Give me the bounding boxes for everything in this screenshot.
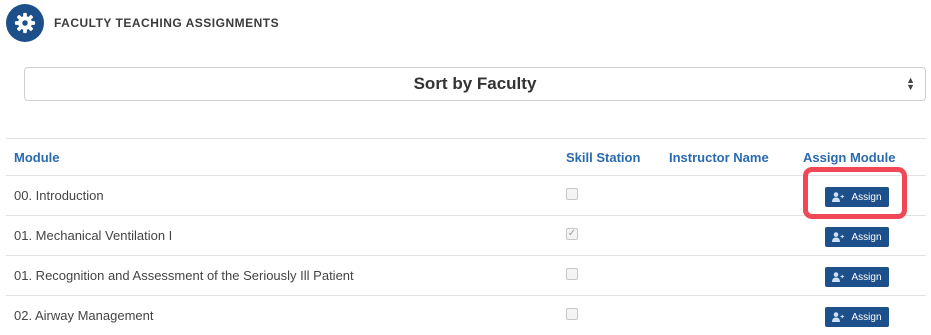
assign-button[interactable]: Assign: [825, 307, 889, 327]
skill-station-checkbox[interactable]: ✓: [566, 228, 578, 240]
table-row: 00. Introduction Assign: [6, 175, 926, 215]
sort-select[interactable]: Sort by Faculty ▲ ▼: [24, 67, 926, 101]
skill-station-checkbox[interactable]: [566, 308, 578, 320]
assign-button-label: Assign: [851, 311, 882, 323]
table-divider: [6, 138, 926, 139]
add-user-icon: [832, 272, 845, 282]
column-header-skill-station: Skill Station: [566, 150, 641, 165]
table-row: 01. Recognition and Assessment of the Se…: [6, 255, 926, 295]
column-header-assign-module: Assign Module: [803, 150, 896, 165]
module-name: 01. Mechanical Ventilation I: [14, 228, 173, 243]
assign-button[interactable]: Assign: [825, 267, 889, 287]
skill-station-checkbox[interactable]: [566, 268, 578, 280]
table-row: 02. Airway Management Assign: [6, 295, 926, 335]
add-user-icon: [832, 192, 845, 202]
assign-button-label: Assign: [851, 271, 882, 283]
table-row: 01. Mechanical Ventilation I ✓ Assign: [6, 215, 926, 255]
gear-icon: [6, 4, 44, 42]
module-name: 01. Recognition and Assessment of the Se…: [14, 268, 354, 283]
column-header-instructor-name: Instructor Name: [669, 150, 769, 165]
skill-station-checkbox[interactable]: [566, 188, 578, 200]
add-user-icon: [832, 312, 845, 322]
page-header: FACULTY TEACHING ASSIGNMENTS: [6, 3, 279, 43]
page-title: FACULTY TEACHING ASSIGNMENTS: [54, 16, 280, 30]
sort-select-value: Sort by Faculty: [413, 74, 537, 93]
sort-arrows-icon: ▲ ▼: [906, 75, 915, 92]
module-name: 00. Introduction: [14, 188, 104, 203]
module-name: 02. Airway Management: [14, 308, 154, 323]
assign-button-label: Assign: [851, 231, 882, 243]
column-header-module: Module: [14, 150, 60, 165]
assign-button-label: Assign: [851, 191, 882, 203]
assign-button[interactable]: Assign: [825, 187, 889, 207]
add-user-icon: [832, 232, 845, 242]
assign-button[interactable]: Assign: [825, 227, 889, 247]
